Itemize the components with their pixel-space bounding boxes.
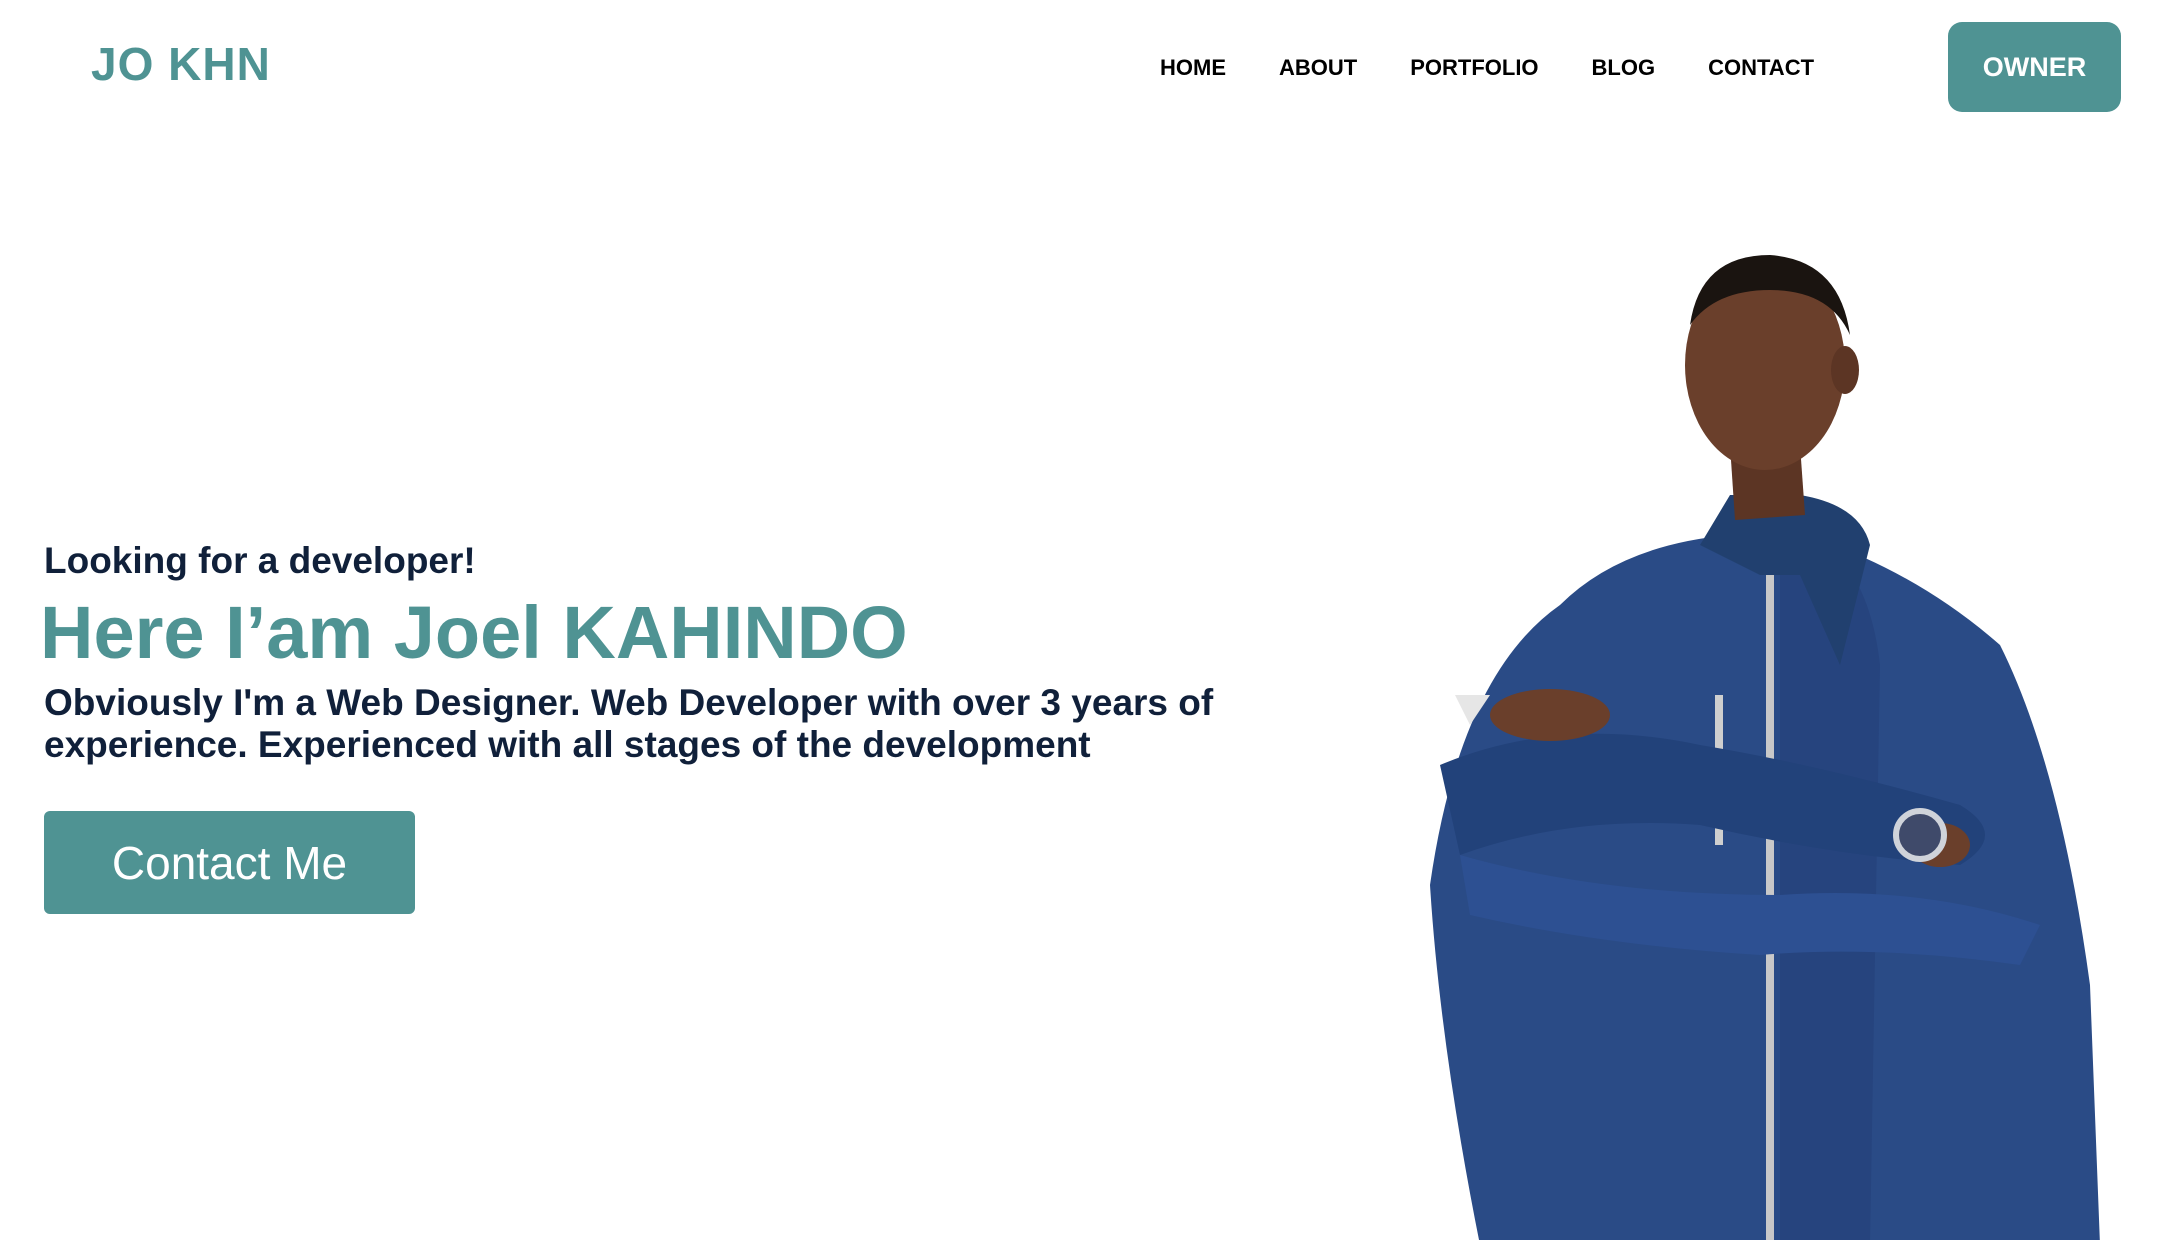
nav-about[interactable]: ABOUT [1279,55,1357,81]
hero-description: Obviously I'm a Web Designer. Web Develo… [44,682,1214,765]
person-photo-icon [1430,255,2100,1240]
contact-me-button[interactable]: Contact Me [44,811,415,914]
nav-home[interactable]: HOME [1160,55,1226,81]
site-logo[interactable]: JO KHN [91,37,271,91]
hero-headline: Here I’am Joel KAHINDO [40,591,908,674]
owner-button[interactable]: OWNER [1948,22,2121,112]
page: JO KHN HOME ABOUT PORTFOLIO BLOG CONTACT… [0,0,2160,1240]
nav-portfolio[interactable]: PORTFOLIO [1410,55,1538,81]
hero-tagline: Looking for a developer! [44,540,476,581]
main-nav: HOME ABOUT PORTFOLIO BLOG CONTACT [1160,55,1814,81]
nav-contact[interactable]: CONTACT [1708,55,1814,81]
nav-blog[interactable]: BLOG [1592,55,1656,81]
